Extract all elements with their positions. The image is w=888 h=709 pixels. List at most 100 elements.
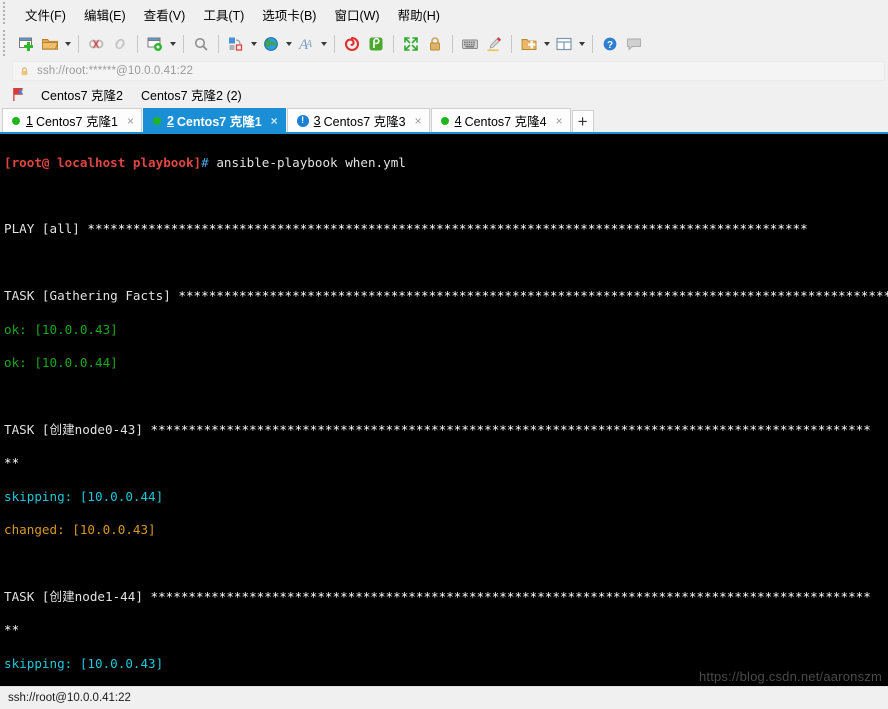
- add-folder-icon[interactable]: [517, 32, 541, 56]
- address-bar: ssh://root:******@10.0.0.41:22: [0, 2, 888, 82]
- help-icon[interactable]: ?: [598, 32, 622, 56]
- tab-4[interactable]: 4 Centos7 克隆4 ×: [430, 108, 571, 132]
- star-filler: ****************************************…: [178, 288, 888, 304]
- tab-label: Centos7 克隆1: [176, 115, 262, 129]
- terminal-panel[interactable]: [root@ localhost playbook]# ansible-play…: [0, 132, 888, 686]
- toolbar-separator: [452, 35, 453, 53]
- terminal-line: ok: [10.0.0.44]: [4, 355, 888, 372]
- comment-icon[interactable]: [622, 32, 646, 56]
- skipping-line: skipping: [10.0.0.43]: [4, 655, 164, 671]
- task-header: TASK [Gathering Facts]: [4, 288, 179, 304]
- tab-close-icon[interactable]: ×: [271, 115, 278, 127]
- terminal-line: TASK [Gathering Facts] *****************…: [4, 288, 888, 305]
- globe-dropdown-caret[interactable]: [283, 32, 294, 56]
- menu-view[interactable]: 查看(V): [135, 2, 195, 27]
- shell-prompt: [root@ localhost playbook]: [4, 154, 202, 170]
- lock-icon: [19, 66, 30, 77]
- ok-line: ok: [10.0.0.43]: [4, 321, 118, 337]
- open-folder-icon[interactable]: [38, 32, 62, 56]
- open-folder-dropdown-caret[interactable]: [62, 32, 73, 56]
- disconnect-icon[interactable]: [84, 32, 108, 56]
- spiral-icon[interactable]: [340, 32, 364, 56]
- svg-text:A: A: [305, 39, 313, 50]
- address-input[interactable]: ssh://root:******@10.0.0.41:22: [12, 61, 885, 81]
- toolbar-separator: [592, 35, 593, 53]
- menu-edit[interactable]: 编辑(E): [75, 2, 135, 27]
- tab-1[interactable]: 1 Centos7 克隆1 ×: [2, 108, 142, 132]
- terminal-line: [root@ localhost playbook]# ansible-play…: [4, 155, 888, 172]
- session-settings-dropdown-caret[interactable]: [167, 32, 178, 56]
- font-dropdown-caret[interactable]: [318, 32, 329, 56]
- tab-number: 2: [166, 113, 174, 128]
- prompt-hash: #: [201, 154, 209, 170]
- search-icon[interactable]: [189, 32, 213, 56]
- tab-2[interactable]: 2 Centos7 克隆1 ×: [142, 108, 286, 132]
- session-item-1[interactable]: Centos7 克隆2 (2): [132, 83, 251, 106]
- terminal-line: TASK [创建node0-43] **********************…: [4, 422, 888, 439]
- terminal-line: **: [4, 622, 888, 639]
- menu-window[interactable]: 窗口(W): [325, 2, 388, 27]
- transfer-icon[interactable]: [224, 32, 248, 56]
- terminal-line: **: [4, 455, 888, 472]
- tab-close-icon[interactable]: ×: [556, 115, 563, 127]
- toolbar-separator: [218, 35, 219, 53]
- xshell-window: 文件(F) 编辑(E) 查看(V) 工具(T) 选项卡(B) 窗口(W) 帮助(…: [0, 0, 888, 709]
- play-header: PLAY [all]: [4, 221, 88, 237]
- tab-close-icon[interactable]: ×: [415, 115, 422, 127]
- star-filler: ****************************************…: [150, 421, 871, 437]
- menu-file[interactable]: 文件(F): [16, 2, 75, 27]
- star-filler-wrap: **: [4, 455, 20, 471]
- highlight-pen-icon[interactable]: [482, 32, 506, 56]
- new-session-icon[interactable]: [14, 32, 38, 56]
- link-icon[interactable]: [108, 32, 132, 56]
- lock-toolbar-icon[interactable]: [423, 32, 447, 56]
- command-text: ansible-playbook when.yml: [208, 154, 406, 170]
- keyboard-icon[interactable]: [458, 32, 482, 56]
- layout-icon[interactable]: [552, 32, 576, 56]
- menu-help[interactable]: 帮助(H): [389, 2, 449, 27]
- tab-bar: 1 Centos7 克隆1 × 2 Centos7 克隆1 × ! 3 Cent…: [0, 107, 888, 132]
- terminal-line: ok: [10.0.0.43]: [4, 322, 888, 339]
- watermark: https://blog.csdn.net/aaronszm: [698, 669, 882, 684]
- star-filler-wrap: **: [4, 622, 20, 638]
- terminal-output: [root@ localhost playbook]# ansible-play…: [0, 134, 888, 686]
- skipping-line: skipping: [10.0.0.44]: [4, 488, 164, 504]
- menu-tools[interactable]: 工具(T): [194, 2, 253, 27]
- terminal-line: changed: [10.0.0.43]: [4, 522, 888, 539]
- status-bar: ssh://root@10.0.0.41:22: [0, 686, 888, 709]
- menu-tabs[interactable]: 选项卡(B): [253, 2, 325, 27]
- globe-icon[interactable]: [259, 32, 283, 56]
- tab-status-dot-icon: [152, 116, 161, 125]
- toolbar-separator: [137, 35, 138, 53]
- svg-text:?: ?: [607, 40, 613, 51]
- toolbar-separator: [183, 35, 184, 53]
- star-filler: ****************************************…: [150, 588, 871, 604]
- toolbar-separator: [511, 35, 512, 53]
- layout-dropdown-caret[interactable]: [576, 32, 587, 56]
- toolbar-separator: [78, 35, 79, 53]
- fullscreen-icon[interactable]: [399, 32, 423, 56]
- tab-status-dot-icon: [12, 116, 20, 125]
- add-folder-dropdown-caret[interactable]: [541, 32, 552, 56]
- toolbar: A A ?: [0, 28, 888, 60]
- task-header: TASK [创建node1-44]: [4, 588, 151, 604]
- tab-number: 4: [454, 113, 462, 128]
- tab-alert-icon: !: [296, 114, 309, 127]
- tab-3[interactable]: ! 3 Centos7 克隆3 ×: [286, 108, 430, 132]
- green-script-icon[interactable]: [364, 32, 388, 56]
- terminal-line: skipping: [10.0.0.44]: [4, 489, 888, 506]
- red-flag-icon: [12, 87, 26, 102]
- transfer-dropdown-caret[interactable]: [248, 32, 259, 56]
- star-filler: ****************************************…: [87, 221, 808, 237]
- ok-line: ok: [10.0.0.44]: [4, 355, 118, 371]
- session-settings-icon[interactable]: [143, 32, 167, 56]
- tab-number: 1: [26, 113, 33, 128]
- menu-bar: 文件(F) 编辑(E) 查看(V) 工具(T) 选项卡(B) 窗口(W) 帮助(…: [0, 0, 888, 28]
- tab-label: Centos7 克隆3: [323, 115, 406, 129]
- font-icon[interactable]: A A: [294, 32, 318, 56]
- status-text: ssh://root@10.0.0.41:22: [8, 692, 131, 704]
- tab-close-icon[interactable]: ×: [127, 115, 134, 127]
- changed-line: changed: [10.0.0.43]: [4, 522, 156, 537]
- session-item-0[interactable]: Centos7 克隆2: [32, 83, 132, 106]
- new-tab-button[interactable]: +: [571, 110, 594, 132]
